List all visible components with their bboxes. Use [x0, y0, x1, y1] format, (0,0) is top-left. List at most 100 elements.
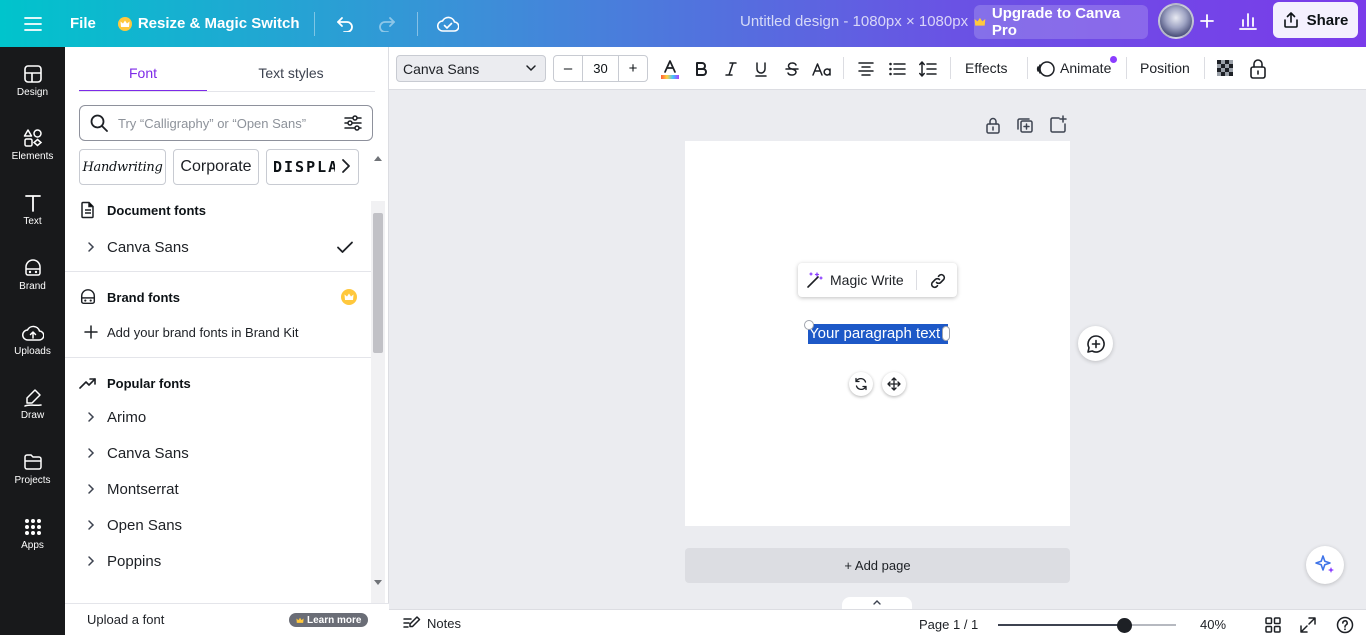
rotate-button[interactable]	[849, 372, 873, 396]
text-edit-toolbar: Canva Sans – 30 + Effects Animate Positi…	[389, 47, 1366, 90]
tab-font[interactable]: Font	[79, 59, 207, 91]
font-row-poppins[interactable]: Poppins	[65, 544, 371, 578]
canva-assistant-button[interactable]	[1306, 546, 1344, 584]
effects-button[interactable]: Effects	[965, 60, 1008, 76]
decrease-font-size-button[interactable]: –	[554, 56, 582, 81]
font-row-canva-sans-document[interactable]: Canva Sans	[65, 230, 371, 264]
page-indicator[interactable]: Page 1 / 1	[919, 617, 978, 632]
rail-item-draw[interactable]: Draw	[0, 387, 65, 421]
add-member-button[interactable]	[1194, 8, 1220, 34]
transparency-button[interactable]	[1215, 58, 1237, 80]
animate-icon-wrap[interactable]	[1035, 58, 1057, 80]
font-row-canva-sans[interactable]: Canva Sans	[65, 436, 371, 470]
grid-view-icon[interactable]	[1264, 616, 1282, 634]
rail-item-text[interactable]: Text	[0, 193, 65, 227]
resize-handle-right[interactable]	[942, 326, 950, 341]
chevron-right-icon[interactable]	[83, 553, 99, 569]
selected-text-element[interactable]: Your paragraph text	[808, 324, 948, 344]
rail-item-label: Text	[23, 216, 42, 227]
font-size-stepper: – 30 +	[553, 55, 648, 82]
font-name: Arimo	[107, 408, 147, 426]
rail-item-uploads[interactable]: Uploads	[0, 323, 65, 357]
animate-button[interactable]: Animate	[1060, 60, 1111, 76]
chip-handwriting[interactable]: Handwriting	[79, 149, 166, 185]
main-menu-button[interactable]	[17, 8, 49, 40]
lock-button[interactable]	[1247, 58, 1269, 80]
add-brand-fonts-link[interactable]: Add your brand fonts in Brand Kit	[65, 315, 371, 349]
filter-sliders-icon[interactable]	[342, 112, 364, 134]
zoom-slider-thumb[interactable]	[1117, 618, 1133, 633]
scroll-down-arrow-icon[interactable]	[374, 580, 382, 586]
font-size-input[interactable]: 30	[582, 56, 619, 81]
chevron-right-icon[interactable]	[83, 481, 99, 497]
rail-item-brand[interactable]: Brand	[0, 258, 65, 292]
crown-icon	[974, 17, 986, 26]
learn-more-badge[interactable]: Learn more	[289, 613, 369, 627]
rail-item-projects[interactable]: Projects	[0, 452, 65, 486]
resize-magic-switch-button[interactable]: Resize & Magic Switch	[117, 15, 300, 32]
text-align-button[interactable]	[855, 58, 877, 80]
add-page-button[interactable]: + Add page	[685, 548, 1070, 583]
share-icon	[1283, 12, 1298, 28]
insights-button[interactable]	[1232, 5, 1264, 37]
italic-button[interactable]	[720, 58, 742, 80]
design-title[interactable]: Untitled design - 1080px × 1080px	[740, 13, 968, 30]
upgrade-button[interactable]: Upgrade to Canva Pro	[974, 5, 1148, 39]
top-bar: File Resize & Magic Switch Untitled desi…	[0, 0, 1366, 47]
file-menu-button[interactable]: File	[70, 15, 96, 32]
scrollbar-thumb[interactable]	[373, 213, 383, 353]
text-color-button[interactable]	[659, 58, 681, 80]
undo-button[interactable]	[329, 8, 361, 40]
zoom-slider-fill	[998, 624, 1125, 626]
chevron-right-icon[interactable]	[83, 239, 99, 255]
spacing-button[interactable]	[917, 58, 939, 80]
chevron-right-icon[interactable]	[335, 155, 357, 177]
tab-text-styles[interactable]: Text styles	[227, 59, 355, 91]
help-icon[interactable]	[1336, 616, 1354, 634]
trending-icon	[79, 378, 96, 389]
underline-button[interactable]	[750, 58, 772, 80]
resize-handle-left[interactable]	[804, 320, 814, 330]
share-button[interactable]: Share	[1273, 2, 1358, 38]
chip-corporate[interactable]: Corporate	[173, 149, 259, 185]
avatar[interactable]	[1158, 3, 1194, 39]
lock-page-icon[interactable]	[983, 115, 1003, 135]
notes-button[interactable]: Notes	[403, 615, 461, 631]
chevron-right-icon[interactable]	[83, 409, 99, 425]
position-button[interactable]: Position	[1140, 60, 1190, 76]
show-pages-toggle[interactable]	[842, 597, 912, 609]
brand-icon	[80, 289, 96, 305]
tabs-divider	[79, 91, 375, 92]
link-icon[interactable]	[928, 271, 948, 291]
font-row-montserrat[interactable]: Montserrat	[65, 472, 371, 506]
increase-font-size-button[interactable]: +	[619, 56, 647, 81]
bold-button[interactable]	[690, 58, 712, 80]
add-comment-button[interactable]	[1078, 326, 1113, 361]
save-status-button[interactable]	[432, 8, 464, 40]
transparency-icon	[1217, 60, 1233, 76]
fullscreen-icon[interactable]	[1299, 616, 1317, 634]
font-family-select[interactable]: Canva Sans	[396, 55, 546, 82]
list-button[interactable]	[886, 58, 908, 80]
zoom-value[interactable]: 40%	[1200, 617, 1226, 632]
rail-item-elements[interactable]: Elements	[0, 128, 65, 162]
elements-icon	[23, 129, 42, 147]
magic-write-button[interactable]: Magic Write	[798, 271, 904, 289]
letter-case-button[interactable]	[811, 58, 833, 80]
move-icon	[887, 377, 901, 391]
strikethrough-button[interactable]	[781, 58, 803, 80]
move-button[interactable]	[882, 372, 906, 396]
section-divider	[65, 357, 371, 358]
upload-font-link[interactable]: Upload a font	[87, 612, 164, 627]
font-row-arimo[interactable]: Arimo	[65, 400, 371, 434]
duplicate-page-icon[interactable]	[1015, 115, 1035, 135]
scroll-up-arrow-icon[interactable]	[374, 155, 382, 161]
chevron-right-icon[interactable]	[83, 517, 99, 533]
font-search-input[interactable]	[118, 108, 342, 138]
chevron-right-icon[interactable]	[83, 445, 99, 461]
redo-button[interactable]	[371, 8, 403, 40]
rail-item-design[interactable]: Design	[0, 64, 65, 98]
rail-item-apps[interactable]: Apps	[0, 517, 65, 551]
add-page-icon[interactable]	[1048, 115, 1068, 135]
font-row-open-sans[interactable]: Open Sans	[65, 508, 371, 542]
